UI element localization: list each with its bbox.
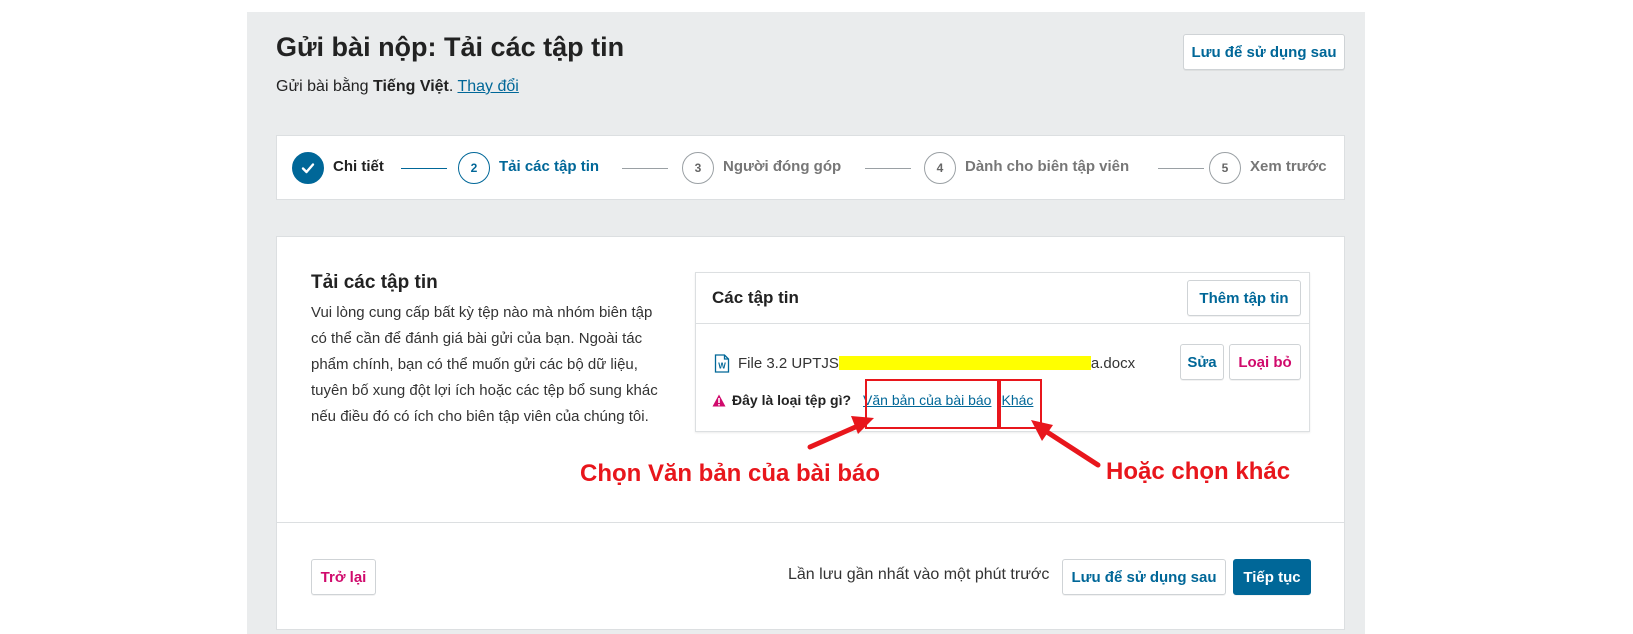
step-5-label[interactable]: Xem trước — [1250, 158, 1327, 175]
remove-file-button[interactable]: Loại bỏ — [1229, 344, 1301, 380]
save-for-later-button-bottom[interactable]: Lưu để sử dụng sau — [1062, 559, 1226, 595]
upload-section-title: Tải các tập tin — [311, 272, 438, 293]
change-language-link[interactable]: Thay đổi — [457, 78, 518, 95]
annotation-box-other — [999, 379, 1042, 429]
submission-language: Gửi bài bằng Tiếng Việt. Thay đổi — [276, 78, 519, 96]
file-row: W File 3.2 UPTJS a.docx — [714, 352, 1135, 374]
file-name[interactable]: File 3.2 UPTJS a.docx — [738, 355, 1135, 372]
redaction-mark — [838, 356, 1091, 370]
files-header-divider — [695, 323, 1310, 324]
language-name: Tiếng Việt — [373, 78, 449, 95]
save-for-later-button-top[interactable]: Lưu để sử dụng sau — [1183, 34, 1345, 70]
last-saved-text: Lần lưu gần nhất vào một phút trước — [788, 566, 1050, 583]
submission-steps: Chi tiết 2 Tải các tập tin 3 Người đóng … — [276, 135, 1345, 200]
file-name-suffix: a.docx — [1090, 354, 1136, 372]
upload-section-description: Vui lòng cung cấp bất kỳ tệp nào mà nhóm… — [311, 304, 658, 425]
file-type-question: Đây là loại tệp gì? — [732, 392, 852, 408]
step-connector-3 — [865, 168, 911, 169]
step-2-circle[interactable]: 2 — [458, 152, 490, 184]
step-1-label[interactable]: Chi tiết — [333, 158, 384, 175]
step-2-label[interactable]: Tải các tập tin — [499, 158, 599, 175]
add-file-button[interactable]: Thêm tập tin — [1187, 280, 1301, 316]
card-divider — [276, 522, 1345, 523]
check-icon — [301, 163, 315, 174]
step-4-label[interactable]: Dành cho biên tập viên — [965, 158, 1129, 175]
step-connector-2 — [622, 168, 668, 169]
step-3-label[interactable]: Người đóng góp — [723, 158, 841, 175]
step-connector-4 — [1158, 168, 1204, 169]
step-5-circle[interactable]: 5 — [1209, 152, 1241, 184]
files-panel-title: Các tập tin — [712, 288, 799, 307]
step-4-circle[interactable]: 4 — [924, 152, 956, 184]
back-button[interactable]: Trở lại — [311, 559, 376, 595]
page-title: Gửi bài nộp: Tải các tập tin — [276, 32, 625, 62]
file-name-prefix: File 3.2 UPTJS — [738, 354, 839, 372]
warning-icon — [712, 394, 726, 406]
continue-button[interactable]: Tiếp tục — [1233, 559, 1311, 595]
svg-text:W: W — [718, 361, 726, 370]
annotation-or-choose-other: Hoặc chọn khác — [1106, 458, 1291, 485]
annotation-box-article-text — [865, 379, 999, 429]
annotation-choose-article-text: Chọn Văn bản của bài báo — [580, 460, 881, 487]
edit-file-button[interactable]: Sửa — [1180, 344, 1224, 380]
language-prefix: Gửi bài bằng — [276, 78, 373, 95]
step-connector-1 — [401, 168, 447, 169]
word-file-icon: W — [714, 353, 730, 373]
step-1-circle[interactable] — [292, 152, 324, 184]
step-3-circle[interactable]: 3 — [682, 152, 714, 184]
